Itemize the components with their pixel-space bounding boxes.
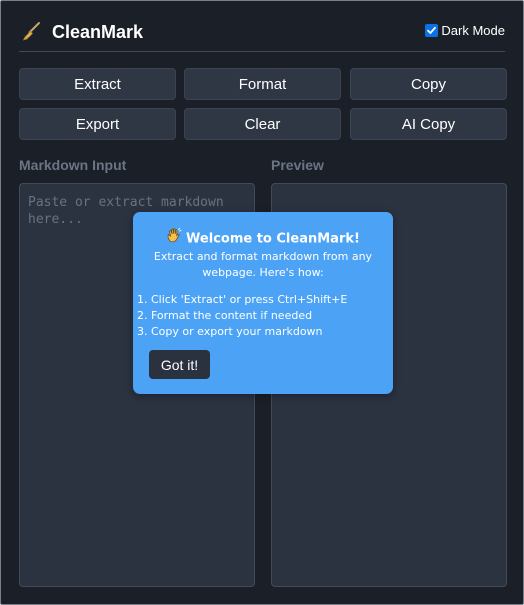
welcome-dialog: Welcome to CleanMark! Extract and format… [133,212,393,394]
step-item: 2. Format the content if needed [137,309,313,322]
waving-hand-icon [166,227,182,248]
step-item: 3. Copy or export your markdown [137,325,323,338]
step-item: 1. Click 'Extract' or press Ctrl+Shift+E [137,293,348,306]
format-button[interactable]: Format [184,68,341,100]
welcome-subtitle: Extract and format markdown from any web… [153,250,373,279]
welcome-title-row: Welcome to CleanMark! [133,227,393,248]
preview-label: Preview [271,157,324,173]
ai-copy-button[interactable]: AI Copy [350,108,507,140]
copy-button[interactable]: Copy [350,68,507,100]
export-button[interactable]: Export [19,108,176,140]
dark-mode-label: Dark Mode [441,22,505,38]
app-window: CleanMark Dark Mode Extract Format Copy … [0,0,524,605]
extract-button[interactable]: Extract [19,68,176,100]
got-it-button[interactable]: Got it! [149,350,210,379]
clear-button[interactable]: Clear [184,108,341,140]
dark-mode-toggle[interactable]: Dark Mode [425,21,505,39]
dark-mode-checkbox[interactable] [425,23,439,37]
markdown-input-label: Markdown Input [19,157,127,173]
welcome-title: Welcome to CleanMark! [186,231,360,247]
header: CleanMark Dark Mode [19,13,505,52]
welcome-steps: 1. Click 'Extract' or press Ctrl+Shift+E… [137,292,347,340]
broom-icon [21,21,41,41]
app-title: CleanMark [52,22,144,42]
